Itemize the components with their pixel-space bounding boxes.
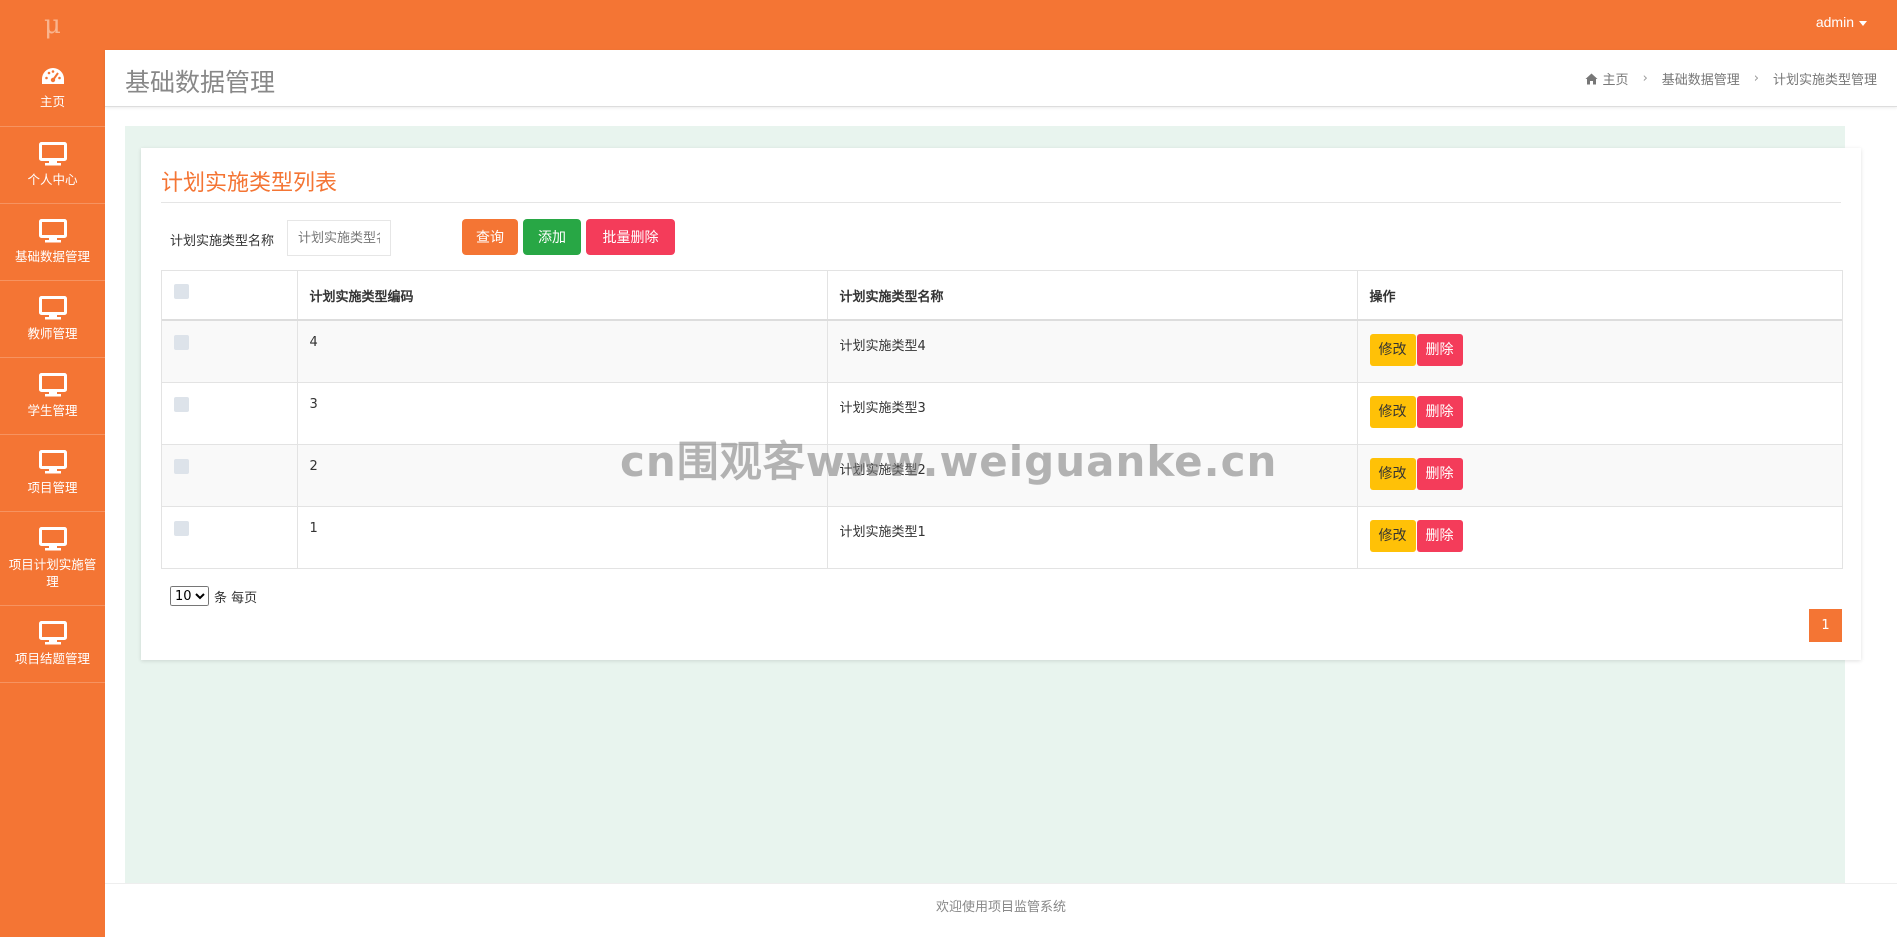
select-cell — [162, 444, 297, 507]
list-card: 计划实施类型列表 计划实施类型名称 查询 添加 批量删除 计划实施类型编码 计划… — [141, 148, 1861, 660]
batch-delete-button[interactable]: 批量删除 — [586, 219, 675, 255]
breadcrumb-basic-data[interactable]: 基础数据管理 — [1662, 69, 1740, 88]
monitor-icon — [38, 527, 67, 551]
table-header-row: 计划实施类型编码 计划实施类型名称 操作 — [162, 271, 1842, 321]
select-cell — [162, 320, 297, 383]
caret-down-icon — [1859, 20, 1867, 26]
search-label: 计划实施类型名称 — [170, 234, 275, 249]
actions-cell: 修改 删除 — [1356, 382, 1842, 445]
page-size-control: 10 条 每页 — [170, 586, 257, 606]
column-header-code: 计划实施类型编码 — [296, 271, 827, 321]
sidebar-item-label: 教师管理 — [27, 326, 78, 341]
table-row: 2 计划实施类型2 修改 删除 — [162, 444, 1842, 507]
code-cell: 3 — [296, 382, 827, 445]
select-all-cell — [162, 271, 297, 321]
main-area: 基础数据管理 主页 › 基础数据管理 › 计划实施类型管理 计划实施类型列表 计… — [105, 50, 1897, 937]
query-button[interactable]: 查询 — [462, 219, 518, 255]
row-checkbox[interactable] — [174, 520, 189, 536]
sidebar-item-students[interactable]: 学生管理 — [0, 358, 105, 435]
user-menu[interactable]: admin — [1816, 14, 1867, 30]
card-title: 计划实施类型列表 — [161, 171, 338, 196]
code-cell: 1 — [296, 506, 827, 569]
page-title: 基础数据管理 — [125, 68, 276, 97]
monitor-icon — [38, 219, 67, 243]
table-row: 3 计划实施类型3 修改 删除 — [162, 382, 1842, 445]
sidebar-item-home[interactable]: 主页 — [0, 50, 105, 127]
actions-cell: 修改 删除 — [1356, 444, 1842, 507]
select-cell — [162, 382, 297, 445]
name-cell: 计划实施类型3 — [826, 382, 1357, 445]
table-row: 1 计划实施类型1 修改 删除 — [162, 506, 1842, 569]
edit-button[interactable]: 修改 — [1369, 395, 1416, 428]
column-header-actions: 操作 — [1356, 271, 1842, 321]
chevron-right-icon: › — [1642, 71, 1648, 86]
breadcrumb-current: 计划实施类型管理 — [1772, 73, 1877, 88]
monitor-icon — [38, 450, 67, 474]
code-cell: 2 — [296, 444, 827, 507]
monitor-icon — [38, 296, 67, 320]
monitor-icon — [38, 373, 67, 397]
breadcrumb: 主页 › 基础数据管理 › 计划实施类型管理 — [1585, 69, 1877, 88]
sidebar-item-teachers[interactable]: 教师管理 — [0, 281, 105, 358]
delete-button[interactable]: 删除 — [1416, 395, 1463, 428]
edit-button[interactable]: 修改 — [1369, 457, 1416, 490]
sidebar-item-project-closing[interactable]: 项目结题管理 — [0, 606, 105, 683]
name-cell: 计划实施类型1 — [826, 506, 1357, 569]
edit-button[interactable]: 修改 — [1369, 519, 1416, 552]
sidebar-item-project-plans[interactable]: 项目计划实施管理 — [0, 512, 105, 606]
footer: 欢迎使用项目监管系统 — [105, 883, 1897, 932]
delete-button[interactable]: 删除 — [1416, 334, 1463, 366]
sidebar-item-label: 主页 — [39, 94, 65, 109]
sidebar-item-label: 项目计划实施管理 — [8, 557, 97, 589]
row-checkbox[interactable] — [174, 335, 189, 350]
sidebar-item-basic-data[interactable]: 基础数据管理 — [0, 204, 105, 281]
name-cell: 计划实施类型2 — [826, 444, 1357, 507]
actions-cell: 修改 删除 — [1356, 320, 1842, 383]
select-cell — [162, 506, 297, 569]
sidebar-item-label: 学生管理 — [27, 403, 78, 418]
sidebar-item-projects[interactable]: 项目管理 — [0, 435, 105, 512]
select-all-checkbox[interactable] — [174, 283, 189, 299]
monitor-icon — [38, 621, 67, 645]
breadcrumb-home[interactable]: 主页 — [1603, 69, 1629, 88]
row-checkbox[interactable] — [174, 396, 189, 412]
page-size-suffix: 条 每页 — [214, 590, 258, 606]
home-icon — [1585, 73, 1598, 84]
sidebar: 主页 个人中心 基础数据管理 教师管理 学生管理 项目管理 项目计划实施管理 项… — [0, 50, 105, 937]
app-logo[interactable]: μ — [0, 0, 105, 50]
search-input[interactable] — [287, 220, 391, 256]
row-checkbox[interactable] — [174, 458, 189, 474]
page-header: 基础数据管理 主页 › 基础数据管理 › 计划实施类型管理 — [105, 50, 1897, 107]
dashboard-icon — [41, 68, 64, 84]
delete-button[interactable]: 删除 — [1416, 457, 1463, 490]
edit-button[interactable]: 修改 — [1369, 334, 1416, 366]
sidebar-item-label: 基础数据管理 — [14, 249, 90, 264]
add-button[interactable]: 添加 — [523, 219, 581, 255]
chevron-right-icon: › — [1753, 71, 1759, 86]
code-cell: 4 — [296, 320, 827, 383]
sidebar-item-label: 个人中心 — [27, 172, 78, 187]
delete-button[interactable]: 删除 — [1416, 519, 1463, 552]
sidebar-item-personal-center[interactable]: 个人中心 — [0, 127, 105, 204]
column-header-name: 计划实施类型名称 — [826, 271, 1357, 321]
content-area: 计划实施类型列表 计划实施类型名称 查询 添加 批量删除 计划实施类型编码 计划… — [125, 126, 1861, 883]
sidebar-item-label: 项目结题管理 — [14, 651, 90, 666]
monitor-icon — [38, 142, 67, 166]
actions-cell: 修改 删除 — [1356, 506, 1842, 569]
page-button-current[interactable]: 1 — [1809, 609, 1842, 642]
username-label: admin — [1815, 14, 1854, 30]
divider — [161, 202, 1841, 203]
table-row: 4 计划实施类型4 修改 删除 — [162, 320, 1842, 383]
name-cell: 计划实施类型4 — [826, 320, 1357, 383]
top-bar: μ admin — [0, 0, 1897, 50]
data-table: 计划实施类型编码 计划实施类型名称 操作 4 计划实施类型4 修改 删除 3 计… — [161, 270, 1843, 569]
sidebar-item-label: 项目管理 — [27, 480, 78, 495]
page-size-select[interactable]: 10 — [170, 586, 209, 606]
